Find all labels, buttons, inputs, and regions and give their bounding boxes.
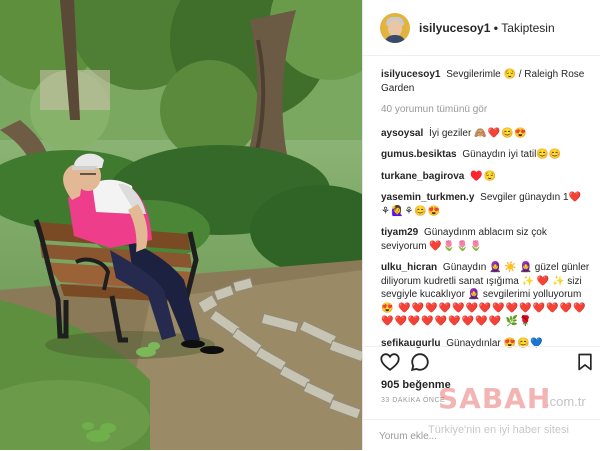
comment-emoji: ♥️😌: [470, 170, 498, 182]
comment-text: İyi geziler: [429, 127, 472, 139]
comment-item: yasemin_turkmen.y Sevgiler günaydın 1❤️ …: [381, 191, 591, 218]
comment-username[interactable]: tiyam29: [381, 227, 418, 238]
post-actions: 905 beğenme 33 DAKİKA ÖNCE: [363, 346, 600, 451]
bookmark-icon[interactable]: [575, 351, 599, 375]
post-header: isilyucesoy1 • Takiptesin: [363, 0, 600, 56]
comment-text: Günaydın iyi tatil😊😊: [462, 149, 562, 160]
avatar[interactable]: [380, 13, 410, 43]
view-all-comments-link[interactable]: 40 yorumun tümünü gör: [381, 103, 591, 117]
header-username-row: isilyucesoy1 • Takiptesin: [419, 21, 555, 35]
comment-emoji: ❤️🌷🌷🌷: [429, 240, 484, 252]
comment-item: ulku_hicran Günaydın 🧕 ☀️ 🧕 güzel günler…: [381, 261, 591, 329]
comment-emoji: 😍 ❤️❤️❤️❤️❤️❤️❤️❤️❤️❤️❤️❤️❤️❤️❤️❤️❤️❤️❤️…: [381, 302, 587, 328]
comment-username[interactable]: aysoysal: [381, 128, 423, 139]
caption: isilyucesoy1 Sevgilerimle 😌 / Raleigh Ro…: [381, 68, 591, 95]
comment-item: turkane_bagirova ♥️😌: [381, 170, 591, 184]
post-time: 33 DAKİKA ÖNCE: [381, 397, 446, 404]
post-photo[interactable]: [0, 0, 362, 450]
comment-icon[interactable]: [409, 351, 433, 375]
likes-count[interactable]: 905 beğenme: [381, 379, 451, 391]
header-username[interactable]: isilyucesoy1: [419, 21, 490, 35]
comment-username[interactable]: turkane_bagirova: [381, 171, 464, 182]
instagram-post: isilyucesoy1 • Takiptesin isilyucesoy1 S…: [0, 0, 600, 450]
heart-icon[interactable]: [379, 351, 403, 375]
comment-text: Sevgiler günaydın 1❤️: [480, 192, 582, 203]
comments-list: isilyucesoy1 Sevgilerimle 😌 / Raleigh Ro…: [381, 68, 591, 358]
caption-username[interactable]: isilyucesoy1: [381, 69, 440, 80]
comment-input[interactable]: [379, 428, 579, 444]
comment-emoji: 🙈❤️😊😍: [474, 127, 528, 139]
comment-item: gumus.besiktas Günaydın iyi tatil😊😊: [381, 148, 591, 162]
comment-username[interactable]: yasemin_turkmen.y: [381, 192, 474, 203]
post-side-panel: isilyucesoy1 • Takiptesin isilyucesoy1 S…: [362, 0, 600, 450]
comment-item: aysoysal İyi geziler 🙈❤️😊😍: [381, 127, 591, 141]
comment-emoji: ⚘🙋‍♀️⚘😊😍: [381, 205, 442, 217]
comment-item: tiyam29 Günaydınm ablacım siz çok seviyo…: [381, 226, 591, 253]
garden-scene: [0, 0, 362, 450]
comment-username[interactable]: gumus.besiktas: [381, 149, 457, 160]
follow-status[interactable]: Takiptesin: [501, 21, 554, 35]
comment-username[interactable]: ulku_hicran: [381, 262, 437, 273]
add-comment-bar: [363, 419, 600, 451]
